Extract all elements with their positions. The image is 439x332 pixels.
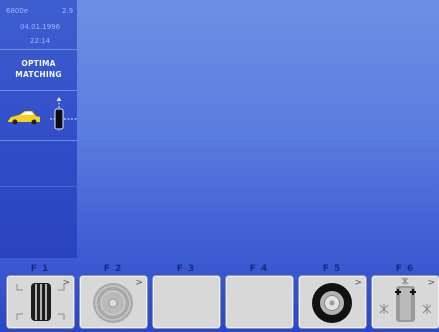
mode-title-line1: OPTIMA [21,59,56,68]
date-readout: 04.01.1996 [20,23,61,31]
f3-label: F 3 [176,264,196,274]
f5-label: F 5 [322,264,342,274]
f5-key-tire[interactable]: > [299,276,366,328]
machine-code: 6800e [6,7,29,15]
divider [0,90,77,91]
divider [0,186,77,187]
wheel-position-icon [50,97,77,131]
f4-key[interactable] [226,276,293,328]
f1-label: F 1 [30,264,50,274]
f6-label: F 6 [395,264,415,274]
balance-weights-icon [379,277,432,322]
f1-key-tire-tread[interactable]: > [7,276,74,328]
mode-title: OPTIMA MATCHING [0,58,77,80]
rim-icon [93,283,133,323]
f4-label: F 4 [249,264,269,274]
f3-key[interactable] [153,276,220,328]
vehicle-wheel-indicator [5,97,77,137]
divider [0,49,77,50]
tire-icon [312,283,352,323]
software-version: 2.9 [62,7,74,15]
status-block: 6800e 2.9 04.01.1996 22:14 [0,0,77,48]
divider [0,140,77,141]
time-readout: 22:14 [30,37,51,45]
tire-tread-icon [16,283,65,321]
car-icon [8,111,40,125]
f2-key-rim[interactable]: > [80,276,147,328]
f6-key-balance[interactable]: > [372,276,439,328]
f2-label: F 2 [103,264,123,274]
mode-title-line2: MATCHING [15,70,62,79]
sidebar-panel: 6800e 2.9 04.01.1996 22:14 OPTIMA MATCHI… [0,0,77,258]
